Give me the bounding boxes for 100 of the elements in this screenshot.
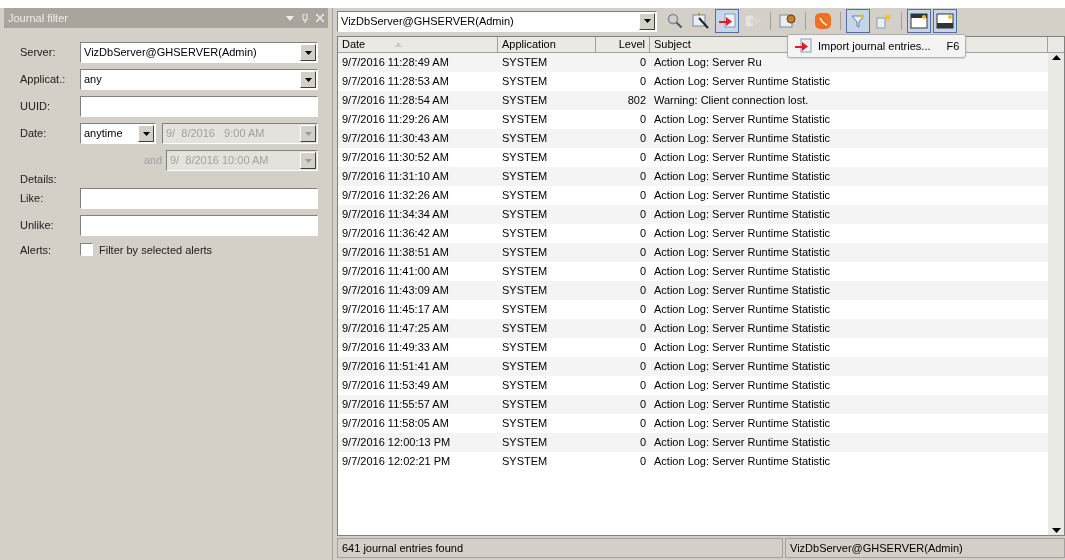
filter-icon bbox=[850, 13, 866, 29]
status-text: 641 journal entries found bbox=[337, 538, 783, 558]
dropdown-button[interactable] bbox=[639, 12, 655, 30]
table-cell-text: 9/7/2016 11:47:25 AM bbox=[341, 321, 450, 337]
dropdown-button[interactable] bbox=[300, 71, 316, 88]
layout-top-icon bbox=[910, 13, 928, 29]
table-cell-text: Action Log: Server Runtime Statistic bbox=[653, 302, 832, 318]
status-server: VizDbServer@GHSERVER(Admin) bbox=[785, 538, 1065, 558]
table-cell-text: 9/7/2016 11:28:54 AM bbox=[341, 93, 450, 109]
table-cell-text: 0 bbox=[638, 112, 647, 128]
caret-icon bbox=[304, 50, 312, 55]
table-cell-text: SYSTEM bbox=[501, 93, 549, 109]
table-cell-text: 0 bbox=[638, 169, 647, 185]
toolbar-button[interactable] bbox=[907, 9, 931, 33]
table-cell-text: SYSTEM bbox=[501, 397, 549, 413]
table-cell-text: 9/7/2016 11:45:17 AM bbox=[341, 302, 450, 318]
unlike-field[interactable] bbox=[80, 214, 318, 236]
table-cell-text: Action Log: Server Runtime Statistic bbox=[653, 264, 832, 280]
table-cell-text: Action Log: Server Runtime Statistic bbox=[653, 435, 832, 451]
checkbox-label: Filter by selected alerts bbox=[99, 242, 213, 258]
table-row[interactable]: 9/7/2016 11:28:54 AM SYSTEM 802 Warning: Client connection lost. bbox=[338, 91, 1048, 110]
table-cell-text: 9/7/2016 11:43:09 AM bbox=[341, 283, 450, 299]
table-cell-text: 9/7/2016 11:36:42 AM bbox=[341, 226, 450, 242]
field-label: Unlike: bbox=[20, 217, 55, 233]
table-cell-text: 9/7/2016 11:55:57 AM bbox=[341, 397, 450, 413]
table-cell-text: Action Log: Server Runtime Statistic bbox=[653, 131, 832, 147]
table-cell-text: 0 bbox=[638, 74, 647, 90]
table-cell-text: SYSTEM bbox=[501, 454, 549, 470]
table-cell-text: SYSTEM bbox=[501, 150, 549, 166]
field-label: Server: bbox=[20, 45, 57, 61]
table-cell-text: 9/7/2016 11:51:41 AM bbox=[341, 359, 450, 375]
table-cell-text: Action Log: Server Runtime Statistic bbox=[653, 283, 832, 299]
table-cell-text: Action Log: Server Runtime Statistic bbox=[653, 226, 832, 242]
column-header[interactable]: Application bbox=[498, 37, 596, 52]
table-cell-text: Action Log: Server Runtime Statistic bbox=[653, 245, 832, 261]
table-cell-text: 9/7/2016 11:30:52 AM bbox=[341, 150, 450, 166]
app-badge-icon bbox=[814, 12, 832, 30]
table-cell-text: 9/7/2016 11:53:49 AM bbox=[341, 378, 450, 394]
forward-arrow-icon bbox=[744, 13, 762, 29]
table-cell-text: 0 bbox=[638, 150, 647, 166]
table-cell-text: 9/7/2016 12:02:21 PM bbox=[341, 454, 452, 470]
column-header[interactable]: Level bbox=[596, 37, 650, 52]
table-row[interactable]: 9/7/2016 11:38:51 AM SYSTEM 0 Action Log: Server Runtime Statistic bbox=[338, 243, 1048, 262]
table-cell-text: SYSTEM bbox=[501, 340, 549, 356]
column-header[interactable]: Date bbox=[338, 37, 498, 52]
table-cell-text: SYSTEM bbox=[501, 207, 549, 223]
panel-title: Journal filter bbox=[8, 10, 69, 26]
table-row[interactable]: 9/7/2016 11:51:41 AM SYSTEM 0 Action Log: Server Runtime Statistic bbox=[338, 357, 1048, 376]
table-cell-text: 9/7/2016 11:30:43 AM bbox=[341, 131, 450, 147]
table-cell-text: SYSTEM bbox=[501, 283, 549, 299]
table-row[interactable]: 9/7/2016 11:47:25 AM SYSTEM 0 Action Log: Server Runtime Statistic bbox=[338, 319, 1048, 338]
server-dropdown[interactable]: VizDbServer@GHSERVER(Admin) bbox=[80, 42, 318, 63]
table-cell-text: SYSTEM bbox=[501, 359, 549, 375]
caret-icon bbox=[304, 158, 312, 163]
table-cell-text: Action Log: Server Runtime Statistic bbox=[653, 340, 832, 356]
toolbar-button[interactable] bbox=[933, 9, 957, 33]
table-row[interactable]: 9/7/2016 11:43:09 AM SYSTEM 0 Action Log: Server Runtime Statistic bbox=[338, 281, 1048, 300]
table-cell-text: SYSTEM bbox=[501, 435, 549, 451]
like-field[interactable] bbox=[80, 187, 318, 209]
dropdown-button[interactable] bbox=[300, 44, 316, 61]
caret-icon bbox=[304, 77, 312, 82]
table-row[interactable]: 9/7/2016 12:00:13 PM SYSTEM 0 Action Log: Server Runtime Statistic bbox=[338, 433, 1048, 452]
table-cell-text: 9/7/2016 11:31:10 AM bbox=[341, 169, 450, 185]
table-cell-text: SYSTEM bbox=[501, 169, 549, 185]
table-row[interactable]: 9/7/2016 11:55:57 AM SYSTEM 0 Action Log: Server Runtime Statistic bbox=[338, 395, 1048, 414]
table-cell-text: 0 bbox=[638, 435, 647, 451]
table-cell-text: 0 bbox=[638, 131, 647, 147]
table-cell-text: SYSTEM bbox=[501, 226, 549, 242]
table-cell-text: 9/7/2016 12:00:13 PM bbox=[341, 435, 452, 451]
table-cell-text: 9/7/2016 11:58:05 AM bbox=[341, 416, 450, 432]
table-cell-text: 9/7/2016 11:49:33 AM bbox=[341, 340, 450, 356]
table-cell-text: 0 bbox=[638, 55, 647, 71]
scroll-up-icon[interactable] bbox=[1051, 55, 1061, 60]
wand-document-icon bbox=[692, 13, 710, 29]
table-cell-text: 0 bbox=[638, 321, 647, 337]
server-selector[interactable]: VizDbServer@GHSERVER(Admin) bbox=[337, 10, 657, 32]
table-cell-text: 0 bbox=[638, 359, 647, 375]
table-cell-text: 0 bbox=[638, 416, 647, 432]
application-dropdown[interactable]: any bbox=[80, 69, 318, 90]
table-row[interactable]: 9/7/2016 11:28:49 AM SYSTEM 0 Action Log: Server Ru bbox=[338, 53, 1048, 72]
field-label: Alerts: bbox=[20, 242, 53, 258]
table-row[interactable]: 9/7/2016 11:31:10 AM SYSTEM 0 Action Log: Server Runtime Statistic bbox=[338, 167, 1048, 186]
table-cell-text: Action Log: Server Runtime Statistic bbox=[653, 397, 832, 413]
table-cell-text: SYSTEM bbox=[501, 245, 549, 261]
scroll-down-icon[interactable] bbox=[1051, 528, 1061, 533]
alerts-checkbox[interactable] bbox=[80, 243, 93, 257]
layout-bottom-icon bbox=[936, 13, 954, 29]
table-cell-text: 0 bbox=[638, 283, 647, 299]
dropdown-button[interactable] bbox=[138, 125, 154, 142]
table-row[interactable]: 9/7/2016 11:34:34 AM SYSTEM 0 Action Log: Server Runtime Statistic bbox=[338, 205, 1048, 224]
table-cell-text: Action Log: Server Runtime Statistic bbox=[653, 74, 832, 90]
caret-icon bbox=[304, 131, 312, 136]
table-cell-text: SYSTEM bbox=[501, 302, 549, 318]
uuid-field[interactable] bbox=[80, 96, 318, 117]
table-cell-text: Action Log: Server Runtime Statistic bbox=[653, 188, 832, 204]
table-cell-text: 0 bbox=[638, 302, 647, 318]
table-cell-text: 0 bbox=[638, 264, 647, 280]
vertical-scrollbar[interactable] bbox=[1048, 53, 1064, 535]
table-row[interactable]: 9/7/2016 11:30:43 AM SYSTEM 0 Action Log: Server Runtime Statistic bbox=[338, 129, 1048, 148]
table-cell-text: Action Log: Server Runtime Statistic bbox=[653, 169, 832, 185]
